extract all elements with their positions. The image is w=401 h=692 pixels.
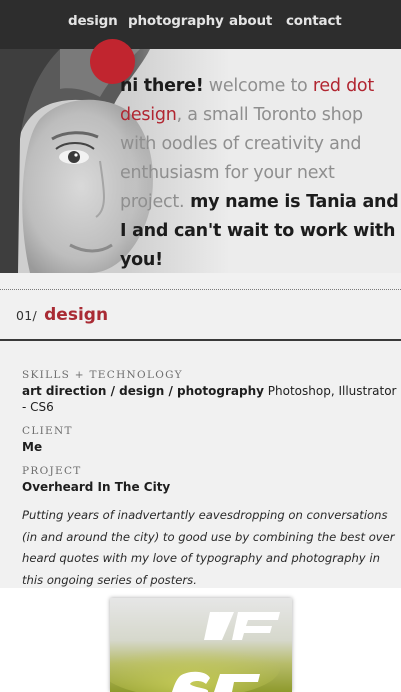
project-description: Putting years of inadvertantly eavesdrop…	[22, 508, 395, 587]
hero-greeting: hi there!	[120, 76, 204, 96]
section-title: design	[44, 305, 109, 325]
project-info: SKILLS + TECHNOLOGY art direction / desi…	[22, 369, 397, 591]
project-label: PROJECT	[22, 465, 82, 477]
client-name: Me	[22, 440, 43, 454]
client-value: Me	[22, 439, 397, 455]
dotted-divider	[0, 289, 401, 290]
nav-design-link[interactable]: design	[68, 13, 118, 29]
poster-image[interactable]	[110, 598, 292, 692]
nav-about-link[interactable]: about	[229, 13, 272, 29]
section-divider	[0, 339, 401, 341]
section-number: 01/	[16, 308, 38, 323]
nav-contact-link[interactable]: contact	[286, 13, 342, 29]
hero-welcome: welcome to	[203, 76, 313, 96]
hero-section: hi there! welcome to red dot design, a s…	[0, 49, 401, 273]
project-name: Overheard In The City	[22, 480, 171, 494]
skills-value: art direction / design / photography Pho…	[22, 383, 397, 415]
top-navigation: design photography about contact	[0, 0, 401, 49]
hero-intro-text: hi there! welcome to red dot design, a s…	[120, 72, 401, 273]
project-gallery	[0, 588, 401, 692]
project-value: Overheard In The City	[22, 479, 397, 495]
skills-roles: art direction / design / photography	[22, 384, 264, 398]
red-dot-logo[interactable]	[90, 39, 135, 84]
client-label: CLIENT	[22, 425, 73, 437]
nav-photography-link[interactable]: photography	[128, 13, 224, 29]
skills-label: SKILLS + TECHNOLOGY	[22, 369, 183, 381]
section-heading: 01/ design	[16, 305, 108, 325]
